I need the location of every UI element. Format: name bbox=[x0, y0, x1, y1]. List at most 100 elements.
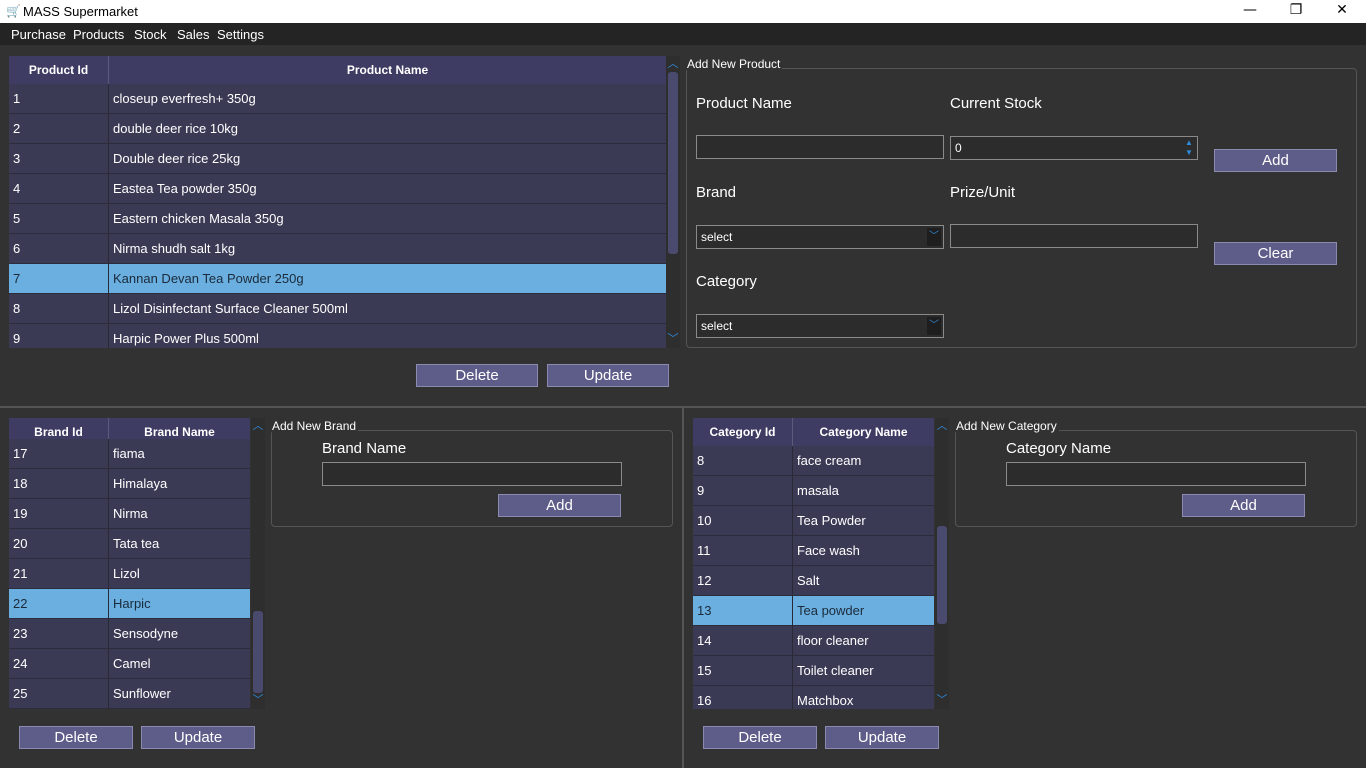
table-row[interactable]: 21 Lizol bbox=[9, 559, 250, 589]
brands-table[interactable]: Brand Id Brand Name 17 fiama 18 Himalaya 19 N… bbox=[9, 418, 250, 709]
cell-id[interactable]: 9 bbox=[693, 476, 793, 506]
table-row[interactable]: 16 Matchbox bbox=[693, 686, 934, 709]
cell-id[interactable]: 2 bbox=[9, 114, 109, 144]
menu-products[interactable]: Products bbox=[73, 27, 124, 42]
column-header-category-id[interactable]: Category Id bbox=[693, 418, 793, 446]
products-scrollbar[interactable]: ︿ ﹀ bbox=[666, 56, 680, 348]
category-name-input[interactable] bbox=[1006, 462, 1306, 486]
cell-name[interactable]: closeup everfresh+ 350g bbox=[109, 84, 666, 114]
cell-id[interactable]: 21 bbox=[9, 559, 109, 589]
categories-table[interactable]: Category Id Category Name 8 face cream 9 ma… bbox=[693, 418, 934, 709]
menu-sales[interactable]: Sales bbox=[177, 27, 210, 42]
cell-name[interactable]: Matchbox bbox=[793, 686, 934, 709]
brands-scrollbar[interactable]: ︿ ﹀ bbox=[251, 418, 265, 709]
current-stock-spinbox[interactable]: 0 ▲ ▼ bbox=[950, 136, 1198, 160]
menu-stock[interactable]: Stock bbox=[134, 27, 167, 42]
category-add-button[interactable]: Add bbox=[1182, 494, 1305, 517]
table-row[interactable]: 17 fiama bbox=[9, 439, 250, 469]
cell-name[interactable]: Nirma shudh salt 1kg bbox=[109, 234, 666, 264]
cell-id[interactable]: 12 bbox=[693, 566, 793, 596]
category-select[interactable]: select ﹀ bbox=[696, 314, 944, 338]
products-table[interactable]: Product Id Product Name 1 closeup everfre… bbox=[9, 56, 666, 348]
brand-update-button[interactable]: Update bbox=[141, 726, 255, 749]
cell-name[interactable]: Tea powder bbox=[793, 596, 934, 626]
cell-id[interactable]: 16 bbox=[693, 686, 793, 709]
cell-id[interactable]: 8 bbox=[693, 446, 793, 476]
table-row[interactable]: 9 masala bbox=[693, 476, 934, 506]
column-header-product-name[interactable]: Product Name bbox=[109, 56, 666, 84]
table-row[interactable]: 3 Double deer rice 25kg bbox=[9, 144, 666, 174]
table-row[interactable]: 1 closeup everfresh+ 350g bbox=[9, 84, 666, 114]
scroll-down-icon[interactable]: ﹀ bbox=[666, 333, 680, 345]
cell-name[interactable]: Eastern chicken Masala 350g bbox=[109, 204, 666, 234]
cell-name[interactable]: Face wash bbox=[793, 536, 934, 566]
table-row[interactable]: 22 Harpic bbox=[9, 589, 250, 619]
cell-id[interactable]: 10 bbox=[693, 506, 793, 536]
brand-select[interactable]: select ﹀ bbox=[696, 225, 944, 249]
table-row[interactable]: 13 Tea powder bbox=[693, 596, 934, 626]
close-button[interactable]: ✕ bbox=[1319, 0, 1365, 23]
restore-button[interactable]: ❐ bbox=[1273, 0, 1319, 23]
table-row[interactable]: 25 Sunflower bbox=[9, 679, 250, 709]
cell-id[interactable]: 24 bbox=[9, 649, 109, 679]
cell-id[interactable]: 9 bbox=[9, 324, 109, 348]
cell-name[interactable]: Tea Powder bbox=[793, 506, 934, 536]
cell-name[interactable]: Eastea Tea powder 350g bbox=[109, 174, 666, 204]
table-row[interactable]: 6 Nirma shudh salt 1kg bbox=[9, 234, 666, 264]
cell-id[interactable]: 11 bbox=[693, 536, 793, 566]
table-row[interactable]: 2 double deer rice 10kg bbox=[9, 114, 666, 144]
brand-delete-button[interactable]: Delete bbox=[19, 726, 133, 749]
scroll-thumb[interactable] bbox=[937, 526, 947, 624]
table-row[interactable]: 4 Eastea Tea powder 350g bbox=[9, 174, 666, 204]
categories-scrollbar[interactable]: ︿ ﹀ bbox=[935, 418, 949, 709]
cell-id[interactable]: 13 bbox=[693, 596, 793, 626]
spinner-arrows-icon[interactable]: ▲ ▼ bbox=[1183, 138, 1195, 158]
cell-name[interactable]: face cream bbox=[793, 446, 934, 476]
category-update-button[interactable]: Update bbox=[825, 726, 939, 749]
cell-name[interactable]: Himalaya bbox=[109, 469, 250, 499]
table-row[interactable]: 18 Himalaya bbox=[9, 469, 250, 499]
cell-id[interactable]: 19 bbox=[9, 499, 109, 529]
cell-name[interactable]: Tata tea bbox=[109, 529, 250, 559]
scroll-up-icon[interactable]: ︿ bbox=[666, 58, 680, 70]
cell-id[interactable]: 1 bbox=[9, 84, 109, 114]
cell-id[interactable]: 14 bbox=[693, 626, 793, 656]
table-row[interactable]: 20 Tata tea bbox=[9, 529, 250, 559]
chevron-down-icon[interactable]: ﹀ bbox=[927, 228, 941, 246]
cell-id[interactable]: 15 bbox=[693, 656, 793, 686]
cell-id[interactable]: 5 bbox=[9, 204, 109, 234]
scroll-up-icon[interactable]: ︿ bbox=[935, 420, 949, 432]
table-row[interactable]: 7 Kannan Devan Tea Powder 250g bbox=[9, 264, 666, 294]
table-row[interactable]: 5 Eastern chicken Masala 350g bbox=[9, 204, 666, 234]
table-row[interactable]: 10 Tea Powder bbox=[693, 506, 934, 536]
cell-name[interactable]: Harpic Power Plus 500ml bbox=[109, 324, 666, 348]
cell-name[interactable]: fiama bbox=[109, 439, 250, 469]
cell-name[interactable]: double deer rice 10kg bbox=[109, 114, 666, 144]
scroll-down-icon[interactable]: ﹀ bbox=[935, 694, 949, 706]
cell-id[interactable]: 22 bbox=[9, 589, 109, 619]
cell-name[interactable]: Nirma bbox=[109, 499, 250, 529]
cell-id[interactable]: 4 bbox=[9, 174, 109, 204]
cell-id[interactable]: 18 bbox=[9, 469, 109, 499]
cell-id[interactable]: 3 bbox=[9, 144, 109, 174]
cell-name[interactable]: Kannan Devan Tea Powder 250g bbox=[109, 264, 666, 294]
product-name-input[interactable] bbox=[696, 135, 944, 159]
cell-id[interactable]: 23 bbox=[9, 619, 109, 649]
product-clear-button[interactable]: Clear bbox=[1214, 242, 1337, 265]
cell-id[interactable]: 17 bbox=[9, 439, 109, 469]
cell-name[interactable]: Harpic bbox=[109, 589, 250, 619]
table-row[interactable]: 15 Toilet cleaner bbox=[693, 656, 934, 686]
cell-name[interactable]: masala bbox=[793, 476, 934, 506]
table-row[interactable]: 23 Sensodyne bbox=[9, 619, 250, 649]
cell-id[interactable]: 25 bbox=[9, 679, 109, 709]
minimize-button[interactable]: — bbox=[1227, 0, 1273, 23]
product-delete-button[interactable]: Delete bbox=[416, 364, 538, 387]
cell-name[interactable]: Lizol bbox=[109, 559, 250, 589]
table-row[interactable]: 9 Harpic Power Plus 500ml bbox=[9, 324, 666, 348]
cell-id[interactable]: 6 bbox=[9, 234, 109, 264]
category-delete-button[interactable]: Delete bbox=[703, 726, 817, 749]
cell-name[interactable]: Camel bbox=[109, 649, 250, 679]
menu-purchase[interactable]: Purchase bbox=[11, 27, 66, 42]
scroll-thumb[interactable] bbox=[668, 72, 678, 254]
menu-settings[interactable]: Settings bbox=[217, 27, 264, 42]
